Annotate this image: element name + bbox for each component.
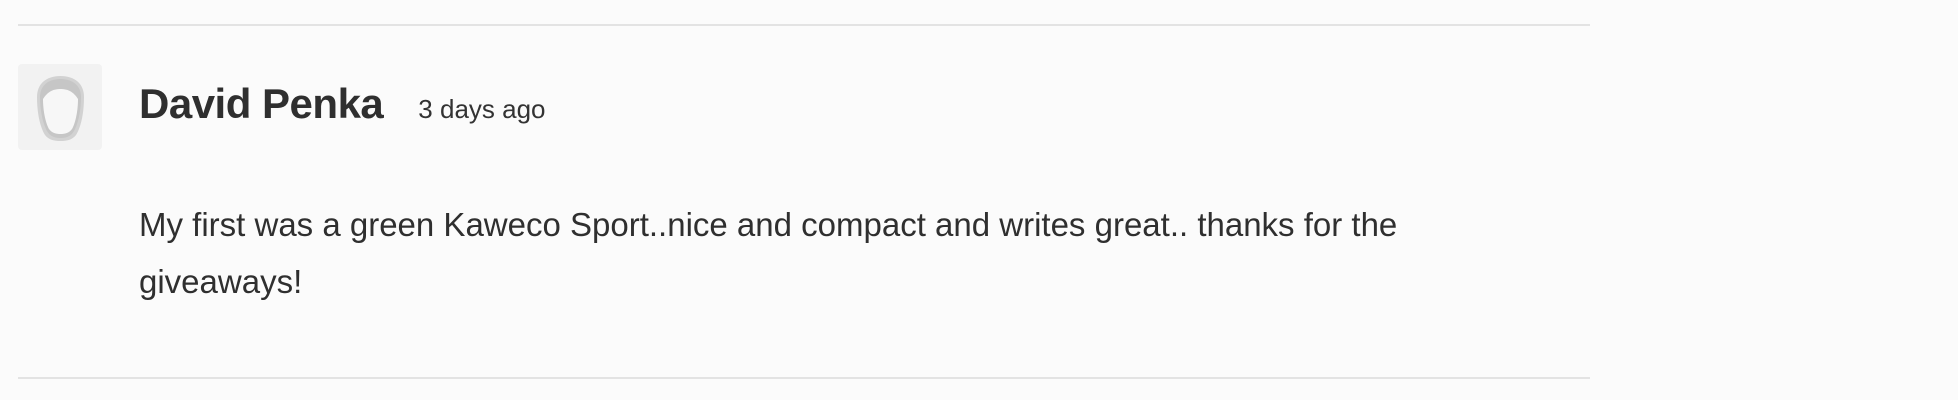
comment-timestamp[interactable]: 3 days ago bbox=[418, 94, 545, 125]
comment-divider-bottom bbox=[18, 377, 1590, 379]
comment-body: My first was a green Kaweco Sport..nice … bbox=[139, 206, 1398, 300]
comment-header: David Penka 3 days ago bbox=[139, 80, 546, 128]
comment-author[interactable]: David Penka bbox=[139, 80, 384, 128]
comment-divider-top bbox=[18, 24, 1590, 26]
avatar[interactable] bbox=[18, 64, 102, 150]
default-user-avatar-icon bbox=[37, 76, 84, 141]
